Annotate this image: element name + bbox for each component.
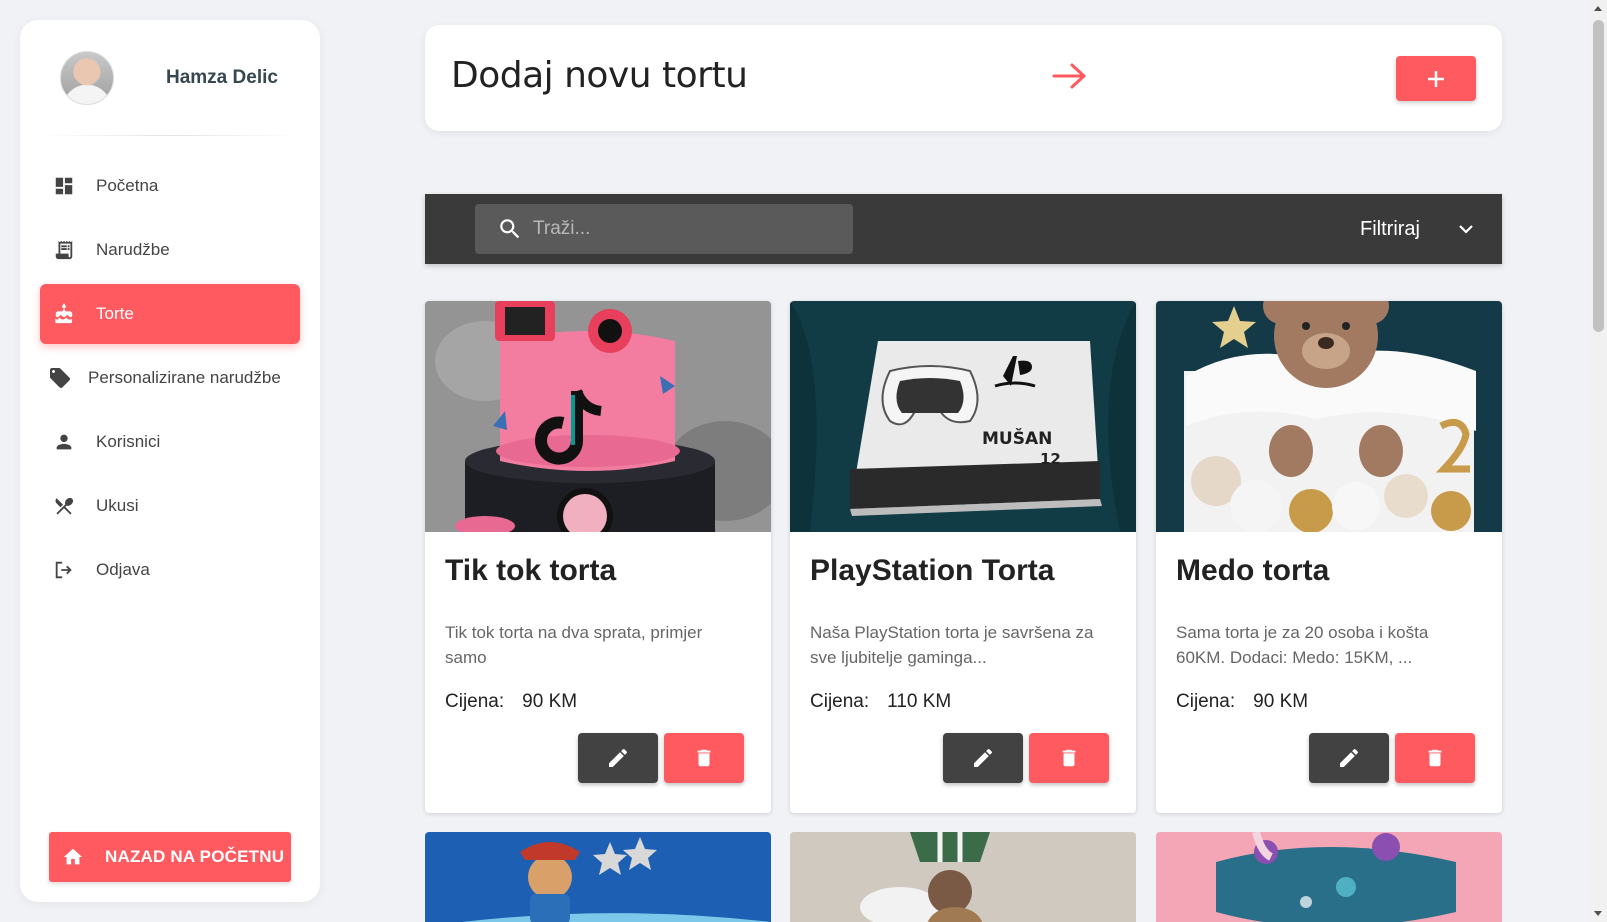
filter-label: Filtriraj <box>1360 217 1420 240</box>
sidebar-item-label: Početna <box>96 176 159 195</box>
cake-price: Cijena: 90 KM <box>445 691 577 713</box>
back-home-button[interactable]: NAZAD NA POČETNU <box>49 832 291 882</box>
cake-price: Cijena: 90 KM <box>1176 691 1308 713</box>
cake-image <box>425 832 771 922</box>
pencil-icon <box>609 748 628 767</box>
edit-button[interactable] <box>578 733 658 783</box>
pencil-icon <box>1340 748 1359 767</box>
sidebar-item-label: Narudžbe <box>96 240 170 259</box>
sidebar-nav: Početna Narudžbe Torte Personalizirane n… <box>20 156 320 600</box>
edit-button[interactable] <box>1309 733 1389 783</box>
price-label: Cijena: <box>1176 691 1236 712</box>
cake-image: MUŠAN 12 <box>790 301 1136 532</box>
receipt-icon <box>52 238 76 262</box>
sidebar-item-pocetna[interactable]: Početna <box>40 156 300 216</box>
delete-button[interactable] <box>1029 733 1109 783</box>
delete-button[interactable] <box>1395 733 1475 783</box>
sidebar: Hamza Delic Početna Narudžbe Torte Perso… <box>20 20 320 902</box>
home-icon <box>61 845 85 869</box>
cake-image <box>1156 832 1502 922</box>
cake-title: Medo torta <box>1176 554 1330 587</box>
trash-icon <box>1428 749 1442 767</box>
add-cake-title: Dodaj novu tortu <box>451 55 748 96</box>
cake-icon <box>52 302 76 326</box>
cake-card: MUŠAN 12 PlayStation Torta Naša PlayStat… <box>790 301 1136 813</box>
logout-icon <box>52 558 76 582</box>
sidebar-item-torte[interactable]: Torte <box>40 284 300 344</box>
sidebar-item-narudzbe[interactable]: Narudžbe <box>40 220 300 280</box>
sidebar-item-label: Odjava <box>96 560 150 579</box>
dashboard-icon <box>52 174 76 198</box>
profile: Hamza Delic <box>20 20 320 135</box>
edit-button[interactable] <box>943 733 1023 783</box>
tag-icon <box>48 366 72 390</box>
sidebar-item-ukusi[interactable]: Ukusi <box>40 476 300 536</box>
scroll-up-arrow-icon[interactable] <box>1594 6 1602 11</box>
search-icon <box>500 219 520 239</box>
chevron-down-icon <box>1459 225 1473 234</box>
avatar <box>60 50 114 105</box>
scroll-down-arrow-icon[interactable] <box>1594 911 1602 916</box>
price-label: Cijena: <box>445 691 505 712</box>
sidebar-item-label: Korisnici <box>96 432 161 451</box>
cake-card-partial <box>425 832 771 922</box>
profile-name: Hamza Delic <box>166 66 278 88</box>
price-value: 110 KM <box>887 691 952 712</box>
price-label: Cijena: <box>810 691 870 712</box>
arrow-right-icon <box>1052 63 1086 89</box>
utensils-icon <box>52 494 76 518</box>
cake-image <box>790 832 1136 922</box>
plus-icon <box>1428 70 1444 87</box>
search-bar: Filtriraj <box>425 194 1502 264</box>
cake-card-partial <box>790 832 1136 922</box>
sidebar-item-korisnici[interactable]: Korisnici <box>40 412 300 472</box>
cake-title: PlayStation Torta <box>810 554 1055 587</box>
ps-cake-age: 12 <box>1040 450 1061 468</box>
cake-image <box>425 301 771 532</box>
sidebar-item-label: Ukusi <box>96 496 139 515</box>
delete-button[interactable] <box>664 733 744 783</box>
cake-description: Sama torta je za 20 osoba i košta 60KM. … <box>1176 623 1429 667</box>
sidebar-item-odjava[interactable]: Odjava <box>40 540 300 600</box>
trash-icon <box>1062 749 1076 767</box>
add-cake-card: Dodaj novu tortu <box>425 25 1502 131</box>
price-value: 90 KM <box>522 691 578 712</box>
sidebar-item-personalizirane[interactable]: Personalizirane narudžbe <box>40 348 300 408</box>
cake-title: Tik tok torta <box>445 554 617 587</box>
price-value: 90 KM <box>1253 691 1309 712</box>
divider <box>40 135 300 136</box>
search-box[interactable] <box>475 204 853 254</box>
cake-description: Naša PlayStation torta je savršena za sv… <box>810 623 1094 667</box>
ps-cake-name: MUŠAN <box>982 427 1052 449</box>
back-home-label: NAZAD NA POČETNU <box>105 847 285 866</box>
cake-image <box>1156 301 1502 532</box>
cake-card-partial <box>1156 832 1502 922</box>
pencil-icon <box>974 748 993 767</box>
search-input[interactable] <box>533 218 833 240</box>
cake-card: Tik tok torta Tik tok torta na dva sprat… <box>425 301 771 813</box>
page-scrollbar[interactable] <box>1590 0 1607 922</box>
sidebar-item-label: Personalizirane narudžbe <box>88 368 281 387</box>
filter-dropdown[interactable]: Filtriraj <box>1360 194 1476 264</box>
person-icon <box>52 430 76 454</box>
sidebar-item-label: Torte <box>96 304 134 323</box>
cake-price: Cijena: 110 KM <box>810 691 951 713</box>
trash-icon <box>697 749 711 767</box>
add-cake-button[interactable] <box>1396 56 1476 101</box>
scroll-thumb[interactable] <box>1593 20 1604 332</box>
cake-card: Medo torta Sama torta je za 20 osoba i k… <box>1156 301 1502 813</box>
cake-description: Tik tok torta na dva sprata, primjer sam… <box>445 623 703 667</box>
